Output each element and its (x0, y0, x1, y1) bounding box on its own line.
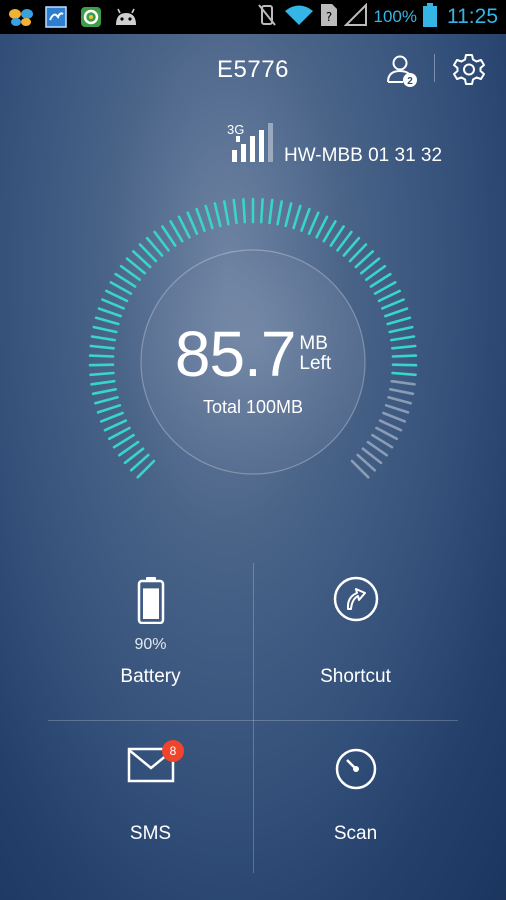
gauge-tick-active (380, 298, 405, 310)
gauge-tick-active (101, 298, 125, 310)
battery-percent-value: 90% (134, 636, 167, 653)
usage-remaining-value: 85.7 (174, 318, 297, 390)
gauge-tick-active (169, 220, 184, 243)
battery-icon (423, 2, 437, 32)
battery-label: Battery (120, 666, 181, 687)
gauge-tick-active (300, 207, 311, 232)
gauge-tick-inactive (371, 433, 394, 449)
connected-users-count: 2 (407, 76, 413, 87)
wifi-icon (284, 4, 314, 31)
sms-label: SMS (129, 823, 172, 844)
gauge-tick-active (307, 211, 320, 235)
scan-label: Scan (333, 823, 378, 844)
gauge-tick-inactive (375, 426, 399, 441)
gauge-tick-active (114, 272, 137, 288)
sms-tile[interactable]: 8 SMS (48, 725, 253, 875)
gauge-tick-active (259, 197, 264, 224)
gauge-tick-active (242, 197, 247, 224)
gauge-tick-active (91, 388, 117, 396)
scan-icon (253, 747, 458, 791)
battery-level-icon (48, 576, 253, 624)
photo-app-icon (43, 6, 69, 28)
butterfly-app-icon (8, 6, 34, 28)
shortcut-icon (253, 575, 458, 623)
android-icon (113, 6, 139, 28)
gauge-tick-active (107, 426, 131, 441)
usage-readout: 85.7 MB Left (0, 322, 506, 386)
scan-tile[interactable]: Scan (253, 725, 458, 875)
gauge-tick-active (369, 272, 392, 288)
gauge-tick-active (213, 202, 222, 228)
settings-button[interactable] (452, 52, 486, 86)
shortcut-tile[interactable]: Shortcut (253, 568, 458, 718)
grid-divider-horizontal (48, 720, 458, 721)
user-icon: 2 (387, 55, 417, 87)
data-usage-gauge[interactable]: 85.7 MB Left Total 100MB (0, 150, 506, 550)
app-header: E5776 2 (0, 34, 506, 104)
gauge-tick-active (112, 433, 135, 449)
gauge-tick-active (383, 307, 409, 318)
shortcut-label: Shortcut (320, 666, 391, 687)
usage-left-label: Left (299, 353, 332, 374)
battery-percent: 100% (373, 7, 417, 26)
envelope-icon (48, 747, 253, 783)
gauge-tick-active (322, 220, 337, 243)
gauge-tick-inactive (388, 388, 415, 396)
gauge-tick-active (105, 289, 129, 303)
usage-total: Total 100MB (202, 397, 304, 417)
gauge-tick-active (284, 202, 293, 228)
gauge-tick-active (109, 281, 133, 295)
usage-unit-label: MB (299, 333, 328, 354)
gauge-tick-active (377, 289, 402, 303)
sync-app-icon (78, 6, 104, 28)
clock: 11:25 (447, 5, 498, 28)
connected-users-button[interactable]: 2 (385, 52, 421, 88)
gauge-tick-active (315, 215, 329, 239)
gauge-tick-active (204, 204, 214, 230)
gauge-tick-active (177, 215, 191, 239)
gauge-tick-active (195, 207, 206, 232)
network-type: 3G (227, 122, 245, 137)
gauge-tick-active (103, 419, 128, 432)
gauge-tick-active (276, 200, 284, 226)
battery-tile[interactable]: 90% Battery (48, 568, 253, 718)
gauge-tick-active (232, 198, 238, 225)
vibrate-off-icon (256, 3, 278, 32)
usage-unit: MB Left (299, 334, 331, 374)
cell-signal-icon (343, 2, 368, 32)
svg-text:?: ? (325, 10, 331, 24)
no-sim-icon: ? (320, 3, 338, 32)
gauge-tick-active (97, 307, 122, 318)
gauge-tick-inactive (378, 419, 403, 432)
sms-unread-badge: 8 (162, 740, 184, 762)
header-divider (434, 54, 435, 82)
gauge-tick-active (223, 200, 230, 226)
gauge-tick-active (292, 204, 302, 230)
status-bar: ? 100% 11:25 (0, 0, 506, 34)
gauge-tick-active (186, 211, 199, 235)
gauge-tick-active (268, 198, 274, 225)
device-title: E5776 (217, 56, 289, 83)
battery-level-fill (142, 588, 159, 619)
gear-icon (453, 54, 485, 85)
gauge-tick-active (373, 281, 397, 295)
